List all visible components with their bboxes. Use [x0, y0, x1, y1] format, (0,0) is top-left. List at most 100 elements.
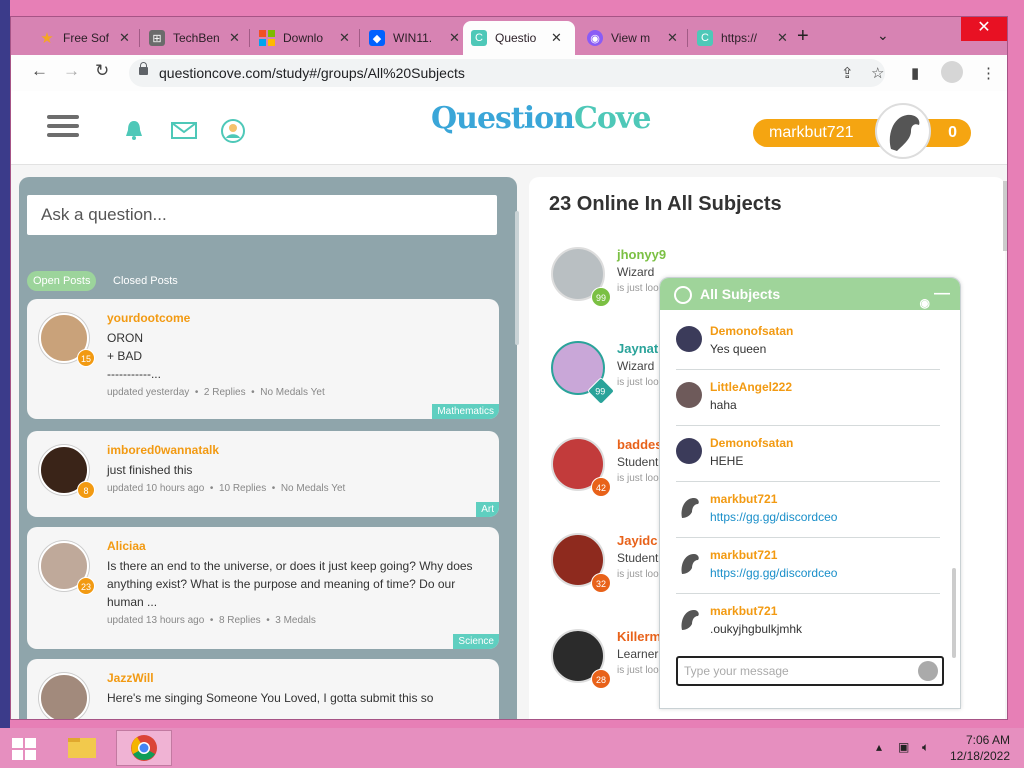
header-username: markbut721 — [769, 124, 854, 141]
online-username[interactable]: Jaynat — [617, 341, 658, 356]
avatar — [676, 606, 702, 632]
chat-header[interactable]: All Subjects ◉ — — [660, 278, 960, 310]
side-panel-icon[interactable]: ▮ — [911, 64, 919, 82]
online-user[interactable]: 32 — [551, 533, 611, 593]
clock[interactable]: 7:06 AM 12/18/2022 — [950, 732, 1010, 764]
site-logo[interactable]: QuestionCove — [431, 101, 651, 136]
chrome-icon[interactable] — [116, 730, 172, 766]
chat-username[interactable]: markbut721 — [710, 604, 777, 618]
taskbar: ▴ ▣ 🔈︎ 7:06 AM 12/18/2022 — [0, 728, 1024, 768]
level-badge-text: 99 — [595, 386, 606, 397]
tab-search-chevron-icon[interactable]: ⌄ — [877, 27, 889, 44]
posts-scrollbar[interactable] — [515, 211, 519, 345]
windows-start-icon[interactable] — [12, 738, 36, 760]
online-user[interactable]: 99 — [551, 341, 616, 406]
online-username[interactable]: jhonyy9 — [617, 247, 666, 262]
back-arrow-icon[interactable]: ← — [31, 61, 48, 81]
online-user[interactable]: 42 — [551, 437, 611, 497]
level-badge: 23 — [77, 577, 95, 595]
subject-tag[interactable]: Mathematics — [432, 404, 499, 419]
post-username[interactable]: yourdootcome — [107, 311, 190, 325]
emoji-icon[interactable] — [918, 661, 938, 681]
mail-icon[interactable] — [171, 119, 197, 141]
chat-link[interactable]: https://gg.gg/discordceo — [710, 566, 837, 580]
chat-username[interactable]: Demonofsatan — [710, 436, 793, 450]
user-status: is just loo — [617, 377, 659, 388]
tab-download[interactable]: Downlo ✕ — [251, 21, 358, 55]
network-icon[interactable]: ▣ — [898, 740, 909, 754]
ask-question-input[interactable]: Ask a question... — [27, 195, 497, 235]
desktop-edge — [0, 0, 10, 728]
close-icon[interactable]: ✕ — [449, 30, 460, 46]
post-replies: 8 Replies — [218, 615, 261, 626]
tab-title: View m — [611, 31, 651, 45]
post-card[interactable]: 15 yourdootcome ORON + BAD -----------..… — [27, 299, 499, 419]
file-explorer-icon[interactable] — [58, 730, 106, 766]
chat-username[interactable]: Demonofsatan — [710, 324, 793, 338]
close-icon[interactable]: ✕ — [551, 30, 562, 46]
chat-username[interactable]: markbut721 — [710, 492, 777, 506]
infinity-icon — [674, 286, 692, 304]
avatar[interactable] — [875, 103, 931, 159]
reload-icon[interactable]: ↻ — [95, 61, 109, 81]
minimize-icon[interactable]: — — [934, 278, 950, 310]
tab-win11[interactable]: ◆ WIN11. ✕ — [361, 21, 468, 55]
tab-view-media[interactable]: ◉ View m ✕ — [579, 21, 686, 55]
chat-text: haha — [710, 398, 737, 412]
share-icon[interactable]: ⇪ — [841, 64, 854, 82]
kebab-menu-icon[interactable]: ⋮ — [981, 64, 996, 82]
post-medals: No Medals Yet — [260, 387, 325, 398]
forward-arrow-icon[interactable]: → — [63, 61, 80, 81]
bookmark-star-icon[interactable]: ☆ — [871, 64, 884, 82]
post-text: ORON + BAD -----------... — [107, 331, 161, 381]
post-updated: updated yesterday — [107, 387, 190, 398]
avatar — [676, 550, 702, 576]
close-icon[interactable]: ✕ — [119, 30, 130, 46]
post-username[interactable]: imbored0wannatalk — [107, 443, 219, 457]
online-username[interactable]: Killerm — [617, 629, 661, 644]
subject-tag[interactable]: Science — [453, 634, 499, 649]
new-tab-plus-icon[interactable]: + — [797, 25, 809, 48]
tab-free-software[interactable]: ★ Free Sof ✕ — [31, 21, 138, 55]
bell-icon[interactable] — [123, 119, 145, 141]
online-user[interactable]: 99 — [551, 247, 611, 307]
close-icon[interactable]: ✕ — [777, 30, 788, 46]
tab-techbench[interactable]: ⊞ TechBen ✕ — [141, 21, 248, 55]
profile-icon[interactable] — [941, 61, 963, 83]
online-username[interactable]: Jayidc — [617, 533, 657, 548]
online-username[interactable]: baddes — [617, 437, 663, 452]
user-points-pill[interactable]: markbut721 0 — [753, 119, 971, 147]
post-username[interactable]: Aliciaa — [107, 539, 146, 553]
tab-closed-posts[interactable]: Closed Posts — [107, 271, 184, 291]
address-bar[interactable]: questioncove.com/study#/groups/All%20Sub… — [129, 59, 885, 87]
tab-open-posts[interactable]: Open Posts — [27, 271, 97, 291]
chat-scrollbar[interactable] — [952, 568, 956, 658]
post-text: just finished this — [107, 463, 193, 477]
online-user[interactable]: 28 — [551, 629, 611, 689]
tray-chevron-icon[interactable]: ▴ — [876, 740, 882, 754]
close-icon[interactable]: ✕ — [229, 30, 240, 46]
hamburger-menu-icon[interactable] — [47, 115, 79, 137]
close-icon[interactable]: ✕ — [339, 30, 350, 46]
profile-icon[interactable] — [221, 119, 245, 143]
page-scrollbar[interactable] — [1003, 181, 1007, 251]
post-card[interactable]: 23 Aliciaa Is there an end to the univer… — [27, 527, 499, 649]
chat-username[interactable]: markbut721 — [710, 548, 777, 562]
tab-questioncove[interactable]: C Questio ✕ — [463, 21, 575, 55]
chat-link[interactable]: https://gg.gg/discordceo — [710, 510, 837, 524]
chat-message-input[interactable]: Type your message — [676, 656, 944, 686]
level-badge: 15 — [77, 349, 95, 367]
post-card[interactable]: JazzWill Here's me singing Someone You L… — [27, 659, 499, 719]
close-icon[interactable]: ✕ — [667, 30, 678, 46]
chat-message: markbut721 https://gg.gg/discordceo — [676, 482, 940, 538]
subject-tag[interactable]: Art — [476, 502, 499, 517]
chat-username[interactable]: LittleAngel222 — [710, 380, 792, 394]
chat-message: markbut721 https://gg.gg/discordceo — [676, 538, 940, 594]
post-medals: 3 Medals — [275, 615, 316, 626]
volume-icon[interactable]: 🔈︎ — [922, 740, 929, 755]
post-card[interactable]: 8 imbored0wannatalk just finished this u… — [27, 431, 499, 517]
post-username[interactable]: JazzWill — [107, 671, 154, 685]
window-close-button[interactable]: ✕ — [961, 17, 1007, 41]
tab-https[interactable]: C https:// ✕ — [689, 21, 796, 55]
online-title: 23 Online In All Subjects — [549, 193, 782, 215]
